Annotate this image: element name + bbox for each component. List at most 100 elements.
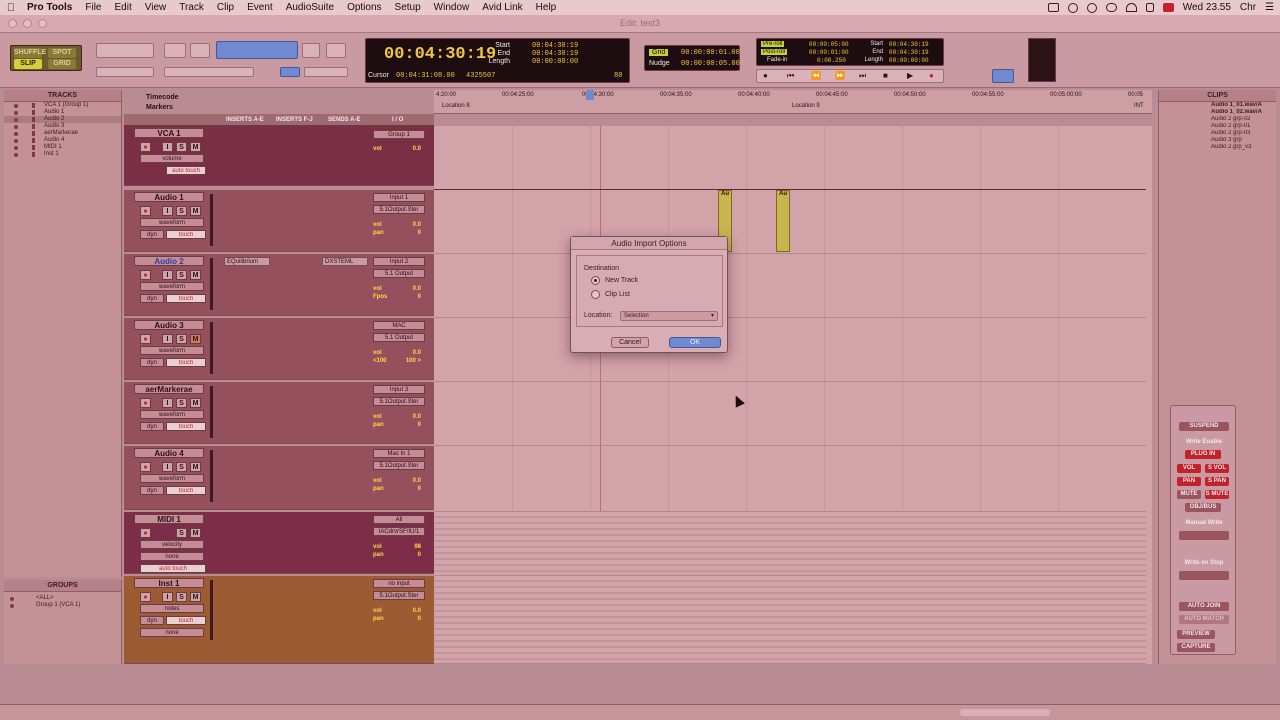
- input-monitor-button[interactable]: I: [162, 206, 173, 216]
- solo-button[interactable]: S: [176, 462, 187, 472]
- postroll-value[interactable]: 00:00:01:00: [809, 49, 849, 56]
- volume-readout[interactable]: vol 0.0: [373, 222, 425, 228]
- menu-avid-link[interactable]: Avid Link: [477, 2, 530, 13]
- mute-button[interactable]: M: [190, 206, 201, 216]
- cancel-button[interactable]: Cancel: [611, 337, 649, 348]
- groups-header[interactable]: GROUPS: [4, 580, 121, 592]
- suspend-button[interactable]: SUSPEND: [1179, 422, 1229, 431]
- pan-readout[interactable]: pan 0: [373, 486, 425, 492]
- track-name[interactable]: Inst 1: [134, 578, 204, 588]
- solo-button[interactable]: S: [176, 398, 187, 408]
- volume-readout[interactable]: vol 0.0: [373, 146, 425, 152]
- io-input[interactable]: MAC: [373, 321, 425, 330]
- track-name[interactable]: aerMarkerae: [134, 384, 204, 394]
- menu-help[interactable]: Help: [531, 2, 565, 13]
- pan-readout[interactable]: <100 100 >: [373, 358, 425, 364]
- send-slot[interactable]: DXSTEML: [322, 257, 368, 266]
- record-enable-button[interactable]: ●: [140, 206, 151, 216]
- solo-button[interactable]: S: [176, 270, 187, 280]
- timeline[interactable]: Au Au: [434, 126, 1152, 664]
- track-row-audio3[interactable]: Audio 3 ● I S M waveform dyn touch MAC 5…: [124, 318, 434, 380]
- menu-clip[interactable]: Clip: [212, 2, 242, 13]
- automation-mode[interactable]: touch: [166, 486, 206, 495]
- io-output[interactable]: 5.1Output.Ster: [373, 591, 425, 600]
- io-output[interactable]: Group 1: [373, 130, 425, 139]
- manual-write-buttons[interactable]: [1179, 531, 1229, 540]
- timecode-ruler-label[interactable]: Timecode: [146, 94, 179, 101]
- online-icon[interactable]: ●: [763, 71, 768, 80]
- track-list-item[interactable]: Audio 2: [4, 116, 121, 123]
- marker-location-9[interactable]: Location 9: [792, 103, 820, 109]
- record-enable-button[interactable]: ●: [140, 528, 151, 538]
- clip-list-item[interactable]: Audio 2 grp-02: [1159, 116, 1276, 123]
- pan-write-button[interactable]: PAN: [1177, 477, 1201, 486]
- auto-join-button[interactable]: AUTO JOIN: [1179, 602, 1229, 611]
- record-enable-button[interactable]: ●: [140, 334, 151, 344]
- dyn-selector[interactable]: dyn: [140, 422, 164, 431]
- track-view-selector[interactable]: velocity: [140, 540, 204, 549]
- dyn-selector[interactable]: dyn: [140, 358, 164, 367]
- record-enable-button[interactable]: ●: [140, 462, 151, 472]
- smart-tool-group[interactable]: [216, 41, 298, 59]
- bottom-scrollbar[interactable]: [0, 704, 1280, 720]
- svol-write-button[interactable]: S VOL: [1205, 464, 1229, 473]
- smute-write-button[interactable]: S MUTE: [1205, 490, 1229, 499]
- vol-write-button[interactable]: VOL: [1177, 464, 1201, 473]
- list-icon[interactable]: ☰: [1265, 2, 1274, 13]
- globe-icon[interactable]: [1067, 2, 1078, 13]
- track-name[interactable]: VCA 1: [134, 128, 204, 138]
- pan-readout[interactable]: Fpos 0: [373, 294, 425, 300]
- track-name[interactable]: Audio 3: [134, 320, 204, 330]
- transport-buttons[interactable]: ● ⏮ ⏪ ⏩ ⏭ ■ ▶ ●: [756, 69, 944, 83]
- capture-button[interactable]: CAPTURE: [1177, 643, 1215, 652]
- menu-event[interactable]: Event: [242, 2, 281, 13]
- pan-readout[interactable]: pan 0: [373, 422, 425, 428]
- pan-readout[interactable]: pan 0: [373, 230, 425, 236]
- input-monitor-button[interactable]: I: [162, 142, 173, 152]
- solo-button[interactable]: S: [176, 334, 187, 344]
- start-value[interactable]: 00:04:30:19: [532, 42, 578, 50]
- volume-readout[interactable]: vol 0.0: [373, 350, 425, 356]
- preroll-label[interactable]: Pre-roll: [761, 41, 785, 47]
- track-row-audio2[interactable]: Audio 2 ● I S M waveform dyn touch EQuil…: [124, 254, 434, 316]
- track-name[interactable]: Audio 2: [134, 256, 204, 266]
- input-monitor-button[interactable]: I: [162, 270, 173, 280]
- inst-piano-roll[interactable]: [434, 576, 1146, 664]
- bpm-value[interactable]: 80: [614, 72, 622, 80]
- track-list-item[interactable]: MIDI 1: [4, 144, 121, 151]
- menu-audiosuite[interactable]: AudioSuite: [281, 2, 342, 13]
- auto-match-button[interactable]: AUTO MATCH: [1179, 615, 1229, 624]
- insert-slot[interactable]: EQuilibrium: [224, 257, 270, 266]
- track-view-selector[interactable]: waveform: [140, 218, 204, 227]
- user-name[interactable]: Chr: [1240, 2, 1256, 13]
- rtz-icon[interactable]: ⏮: [787, 71, 794, 81]
- mute-write-button[interactable]: MUTE: [1177, 490, 1201, 499]
- mute-button[interactable]: M: [190, 528, 201, 538]
- dyn-selector[interactable]: dyn: [140, 294, 164, 303]
- timeline-row[interactable]: [434, 318, 1146, 382]
- track-view-selector[interactable]: waveform: [140, 282, 204, 291]
- tab-to-transient-buttons[interactable]: [164, 67, 254, 77]
- automation-mode[interactable]: touch: [166, 422, 206, 431]
- slip-mode-button[interactable]: SLIP: [14, 59, 42, 69]
- track-list-item[interactable]: Audio 4: [4, 137, 121, 144]
- io-output[interactable]: 5.1Output.Ster: [373, 397, 425, 406]
- menu-setup[interactable]: Setup: [390, 2, 429, 13]
- solo-button[interactable]: S: [176, 528, 187, 538]
- ok-button[interactable]: OK: [669, 337, 721, 348]
- length2-value[interactable]: 00:00:00:00: [889, 57, 929, 64]
- marker-location-8[interactable]: Location 8: [442, 103, 470, 109]
- automation-mode[interactable]: touch: [166, 230, 206, 239]
- midi-merge-button[interactable]: [992, 69, 1014, 83]
- automation-mode[interactable]: touch: [166, 294, 206, 303]
- grid-label[interactable]: Grid: [649, 49, 669, 56]
- track-row-midi1[interactable]: MIDI 1 ● S M velocity none auto touch Al…: [124, 512, 434, 574]
- fadein-value[interactable]: 0:00.250: [817, 57, 846, 64]
- timeline-row[interactable]: [434, 190, 1146, 254]
- fast-forward-icon[interactable]: ⏩: [835, 71, 845, 80]
- volume-readout[interactable]: vol 0.0: [373, 608, 425, 614]
- zoom-buttons[interactable]: [96, 43, 154, 58]
- plugin-write-button[interactable]: PLUG IN: [1185, 450, 1221, 459]
- new-track-label[interactable]: New Track: [605, 277, 638, 284]
- mute-button[interactable]: M: [190, 334, 201, 344]
